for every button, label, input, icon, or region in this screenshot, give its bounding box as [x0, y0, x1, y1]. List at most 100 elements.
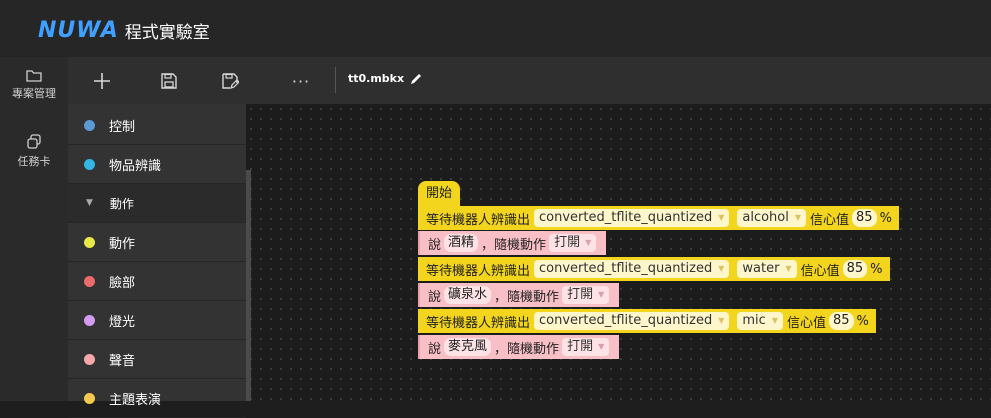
category-group-motion[interactable]: ▼ 動作 [68, 184, 246, 223]
app-title: 程式實驗室 [124, 22, 210, 43]
wait-recognition-block[interactable]: 等待機器人辨識出 converted_tflite_quantized ▼ mic… [418, 309, 876, 333]
say-block[interactable]: 說 礦泉水 ， 隨機動作 打開 ▼ [418, 283, 620, 307]
file-name-label: tt0.mbkx [348, 72, 405, 85]
object-value: mic [742, 313, 766, 328]
random-action-label: 隨機動作 [507, 341, 560, 357]
say-label: 說 [428, 289, 442, 305]
category-dot [84, 314, 95, 326]
say-block[interactable]: 說 酒精 ， 隨機動作 打開 ▼ [418, 231, 607, 255]
start-block[interactable]: 開始 [418, 181, 461, 206]
confidence-label: 信心值 [810, 212, 850, 228]
wait-recognition-block[interactable]: 等待機器人辨識出 converted_tflite_quantized ▼ alc… [418, 206, 899, 230]
random-action-label: 隨機動作 [494, 237, 547, 253]
action-value: 打開 [554, 235, 581, 250]
nav-project-management[interactable]: 專案管理 [0, 69, 68, 101]
category-dot [84, 119, 95, 131]
confidence-input[interactable]: 85 [828, 312, 854, 330]
separator: ， [494, 341, 508, 357]
category-dot [84, 353, 95, 365]
category-label: 燈光 [109, 314, 136, 330]
dropdown-arrow-icon: ▼ [785, 264, 792, 273]
wait-recognition-block[interactable]: 等待機器人辨識出 converted_tflite_quantized ▼ wat… [418, 257, 890, 281]
say-text-input[interactable]: 酒精 [444, 234, 479, 252]
object-value: alcohol [742, 210, 789, 225]
block-label: 等待機器人辨識出 [426, 263, 531, 279]
category-label: 聲音 [109, 353, 136, 369]
category-label: 臉部 [109, 275, 136, 291]
percent-label: % [856, 313, 869, 329]
category-dot [84, 158, 95, 170]
save-as-icon [222, 73, 239, 89]
category-dot [84, 275, 95, 287]
nav-task-cards[interactable]: 任務卡 [0, 133, 68, 169]
category-theme-performance[interactable]: 主題表演 [68, 379, 246, 418]
model-value: converted_tflite_quantized [539, 210, 713, 225]
nav-task-cards-label: 任務卡 [17, 155, 51, 168]
plus-icon [94, 73, 110, 89]
category-motion[interactable]: 動作 [68, 223, 246, 262]
model-dropdown[interactable]: converted_tflite_quantized ▼ [534, 209, 730, 227]
category-label: 動作 [109, 236, 136, 252]
block-palette: 控制 物品辨識 ▼ 動作 動作 臉部 燈光 聲音 主題表演 [68, 104, 246, 418]
toolbar: ··· tt0.mbkx [68, 57, 991, 105]
more-button[interactable]: ··· [286, 69, 316, 93]
cards-icon [27, 134, 41, 149]
category-face[interactable]: 臉部 [68, 262, 246, 301]
collapse-triangle-icon[interactable]: ▼ [86, 198, 93, 208]
say-text-input[interactable]: 麥克風 [444, 338, 492, 356]
random-action-label: 隨機動作 [507, 289, 560, 305]
dropdown-arrow-icon: ▼ [598, 342, 605, 351]
action-dropdown[interactable]: 打開 ▼ [562, 338, 610, 356]
category-control[interactable]: 控制 [68, 106, 246, 145]
confidence-input[interactable]: 85 [852, 209, 877, 227]
model-value: converted_tflite_quantized [539, 261, 713, 276]
toolbar-divider [335, 67, 336, 93]
app-logo: NUWA 程式實驗室 [38, 17, 210, 43]
model-dropdown[interactable]: converted_tflite_quantized ▼ [534, 312, 730, 330]
model-dropdown[interactable]: converted_tflite_quantized ▼ [534, 260, 730, 278]
dropdown-arrow-icon: ▼ [718, 264, 725, 273]
category-label: 控制 [109, 119, 136, 135]
confidence-label: 信心值 [800, 263, 840, 279]
new-button[interactable] [90, 69, 114, 93]
say-text-input[interactable]: 礦泉水 [444, 286, 492, 304]
dropdown-arrow-icon: ▼ [598, 290, 605, 299]
dropdown-arrow-icon: ▼ [718, 213, 725, 222]
say-label: 說 [428, 237, 442, 253]
dropdown-arrow-icon: ▼ [718, 316, 725, 325]
block-label: 等待機器人辨識出 [426, 212, 531, 228]
say-block[interactable]: 說 麥克風 ， 隨機動作 打開 ▼ [418, 335, 620, 359]
folder-icon [26, 70, 42, 82]
category-sound[interactable]: 聲音 [68, 340, 246, 379]
category-light[interactable]: 燈光 [68, 301, 246, 340]
category-label: 主題表演 [109, 392, 162, 408]
palette-scrollbar[interactable] [246, 170, 251, 401]
object-dropdown[interactable]: mic ▼ [737, 312, 783, 330]
save-icon [161, 73, 177, 89]
percent-label: % [870, 261, 883, 277]
action-value: 打開 [567, 339, 594, 354]
category-dot [84, 392, 95, 404]
confidence-label: 信心值 [786, 315, 826, 331]
left-nav: 專案管理 任務卡 [0, 57, 68, 401]
save-button[interactable] [157, 69, 181, 93]
dropdown-arrow-icon: ▼ [794, 213, 802, 222]
action-value: 打開 [567, 287, 594, 302]
save-as-button[interactable] [218, 69, 242, 93]
say-label: 說 [428, 341, 442, 357]
percent-label: % [879, 210, 892, 226]
nav-project-management-label: 專案管理 [12, 87, 56, 100]
separator: ， [494, 289, 508, 305]
pencil-icon[interactable] [410, 72, 423, 85]
category-label: 動作 [109, 196, 134, 211]
confidence-input[interactable]: 85 [842, 260, 868, 278]
block-label: 等待機器人辨識出 [426, 315, 531, 331]
top-bar: NUWA 程式實驗室 [0, 0, 991, 57]
model-value: converted_tflite_quantized [539, 313, 713, 328]
object-dropdown[interactable]: water ▼ [737, 260, 797, 278]
object-dropdown[interactable]: alcohol ▼ [737, 209, 807, 227]
action-dropdown[interactable]: 打開 ▼ [549, 234, 597, 252]
category-object-recognition[interactable]: 物品辨識 [68, 145, 246, 184]
action-dropdown[interactable]: 打開 ▼ [562, 286, 610, 304]
nuwa-logo: NUWA [38, 17, 119, 43]
